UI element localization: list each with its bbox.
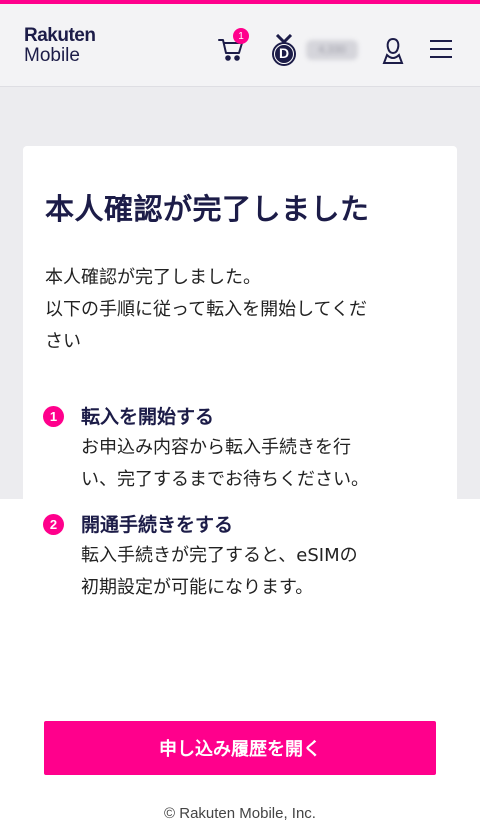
lead-line-2: 以下の手順に従って転入を開始してくだ さい	[45, 299, 368, 352]
user-icon[interactable]	[378, 36, 408, 66]
step-number-badge: 2	[43, 514, 64, 535]
cart-count-badge: 1	[233, 28, 249, 44]
lead-line-1: 本人確認が完了しました。	[45, 267, 261, 288]
rakuten-mobile-logo[interactable]: Rakuten Mobile	[24, 25, 96, 66]
confirmation-card: 本人確認が完了しました 本人確認が完了しました。 以下の手順に従って転入を開始し…	[23, 146, 457, 821]
lead-text: 本人確認が完了しました。 以下の手順に従って転入を開始してくだ さい	[45, 262, 445, 358]
step-number-badge: 1	[43, 406, 64, 427]
step-title: 転入を開始する	[81, 406, 215, 428]
step-description: 転入手続きが完了すると、eSIMの 初期設定が可能になります。	[81, 545, 358, 598]
rank-letter: D	[278, 45, 290, 61]
site-header: Rakuten Mobile 1 D 4,330	[0, 4, 480, 87]
step-title: 開通手続きをする	[81, 514, 234, 536]
logo-line-1: Rakuten	[24, 25, 96, 46]
points-display-blurred: 4,330	[306, 40, 358, 60]
copyright-text: © Rakuten Mobile, Inc.	[164, 805, 316, 822]
rank-medal-icon[interactable]: D	[268, 33, 300, 68]
open-application-history-button[interactable]: 申し込み履歴を開く	[44, 721, 436, 775]
step-description: お申込み内容から転入手続きを行 い、完了するまでお待ちください。	[81, 437, 369, 490]
steps-list: 1 転入を開始する お申込み内容から転入手続きを行 い、完了するまでお待ちくださ…	[43, 402, 443, 618]
step-item: 2 開通手続きをする 転入手続きが完了すると、eSIMの 初期設定が可能になりま…	[43, 510, 443, 604]
hamburger-menu-icon[interactable]	[428, 38, 454, 60]
logo-line-2: Mobile	[24, 45, 80, 66]
page-title: 本人確認が完了しました	[45, 192, 370, 226]
step-item: 1 転入を開始する お申込み内容から転入手続きを行 い、完了するまでお待ちくださ…	[43, 402, 443, 496]
